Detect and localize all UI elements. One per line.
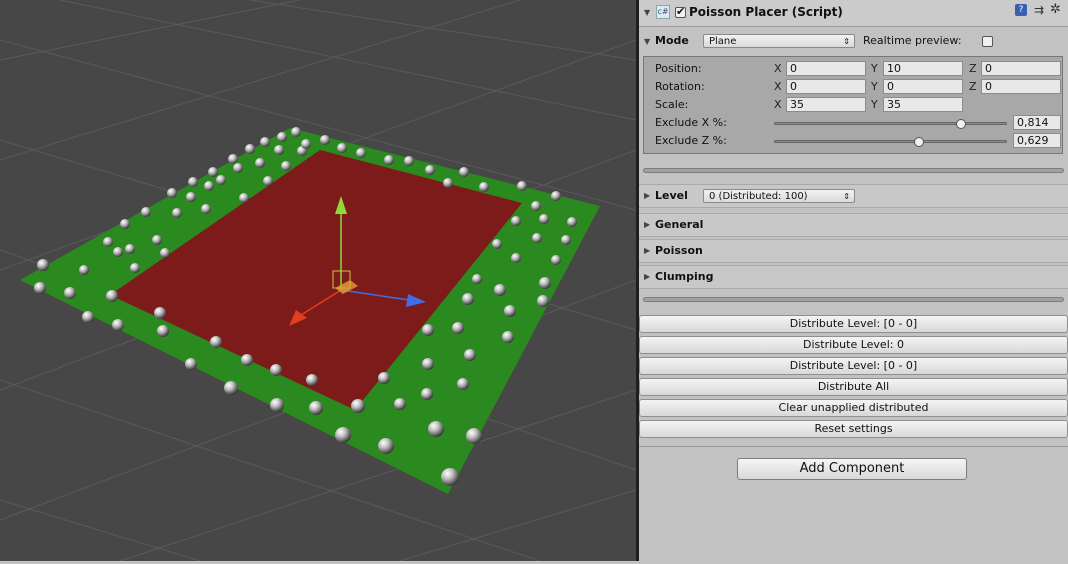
plane-settings-box: Position: X 0 Y 10 Z 0 Rotation: X 0 Y 0…: [643, 56, 1063, 154]
axis-y-label: Y: [871, 62, 878, 75]
scale-y-field[interactable]: 35: [883, 97, 963, 112]
section-poisson[interactable]: ▶ Poisson: [639, 239, 1068, 263]
axis-x-label: X: [774, 98, 782, 111]
triangle-down-icon[interactable]: ▼: [644, 37, 650, 46]
mode-label: Mode: [655, 34, 689, 47]
exclude-x-slider-thumb[interactable]: [955, 119, 966, 129]
mode-row: ▼ Mode Plane ⇕ Realtime preview:: [639, 31, 1068, 51]
clear-unapplied-button[interactable]: Clear unapplied distributed: [639, 399, 1068, 417]
scene-view[interactable]: [0, 0, 637, 562]
separator: [643, 168, 1064, 173]
dropdown-arrows-icon: ⇕: [843, 37, 850, 46]
level-section[interactable]: ▶ Level 0 (Distributed: 100) ⇕: [639, 184, 1068, 208]
exclude-z-field[interactable]: 0,629: [1013, 133, 1061, 148]
component-enabled-checkbox[interactable]: [675, 5, 686, 18]
axis-x-label: X: [774, 80, 782, 93]
component-header[interactable]: ▼ c# Poisson Placer (Script) ? ⇉ ✲: [639, 0, 1068, 27]
divider: [639, 446, 1068, 447]
position-z-field[interactable]: 0: [981, 61, 1061, 76]
help-icon[interactable]: ?: [1015, 4, 1027, 16]
position-y-field[interactable]: 10: [883, 61, 963, 76]
preset-icon[interactable]: ⇉: [1034, 3, 1044, 17]
axis-z-label: Z: [969, 62, 977, 75]
inspector-panel: ▼ c# Poisson Placer (Script) ? ⇉ ✲ ▼ Mod…: [639, 0, 1068, 561]
rotation-y-field[interactable]: 0: [883, 79, 963, 94]
section-general[interactable]: ▶ General: [639, 213, 1068, 237]
section-clumping-label: Clumping: [655, 270, 714, 283]
axis-x-label: X: [774, 62, 782, 75]
cs-script-icon: c#: [656, 5, 670, 19]
rotation-z-field[interactable]: 0: [981, 79, 1061, 94]
level-label: Level: [655, 189, 688, 202]
reset-settings-button[interactable]: Reset settings: [639, 420, 1068, 438]
triangle-right-icon[interactable]: ▶: [644, 272, 650, 281]
triangle-right-icon[interactable]: ▶: [644, 191, 650, 200]
exclude-x-label: Exclude X %:: [655, 116, 727, 129]
mode-dropdown[interactable]: Plane ⇕: [703, 34, 855, 48]
exclude-z-slider[interactable]: [774, 140, 1007, 143]
position-label: Position:: [655, 62, 702, 75]
scene-canvas[interactable]: [0, 0, 637, 562]
realtime-preview-label: Realtime preview:: [863, 34, 962, 47]
triangle-right-icon[interactable]: ▶: [644, 246, 650, 255]
scale-label: Scale:: [655, 98, 689, 111]
separator: [643, 297, 1064, 302]
rotation-label: Rotation:: [655, 80, 705, 93]
rotation-x-field[interactable]: 0: [786, 79, 866, 94]
level-value: 0 (Distributed: 100): [709, 191, 808, 202]
exclude-x-field[interactable]: 0,814: [1013, 115, 1061, 130]
realtime-preview-checkbox[interactable]: [982, 36, 993, 47]
position-x-field[interactable]: 0: [786, 61, 866, 76]
distribute-all-button[interactable]: Distribute All: [639, 378, 1068, 396]
component-title: Poisson Placer (Script): [689, 5, 843, 19]
mode-value: Plane: [709, 36, 737, 47]
triangle-right-icon[interactable]: ▶: [644, 220, 650, 229]
exclude-z-label: Exclude Z %:: [655, 134, 727, 147]
distribute-level-range-button-2[interactable]: Distribute Level: [0 - 0]: [639, 357, 1068, 375]
axis-y-label: Y: [871, 98, 878, 111]
gear-icon[interactable]: ✲: [1050, 2, 1061, 17]
distribute-level-button[interactable]: Distribute Level: 0: [639, 336, 1068, 354]
exclude-x-slider[interactable]: [774, 122, 1007, 125]
dropdown-arrows-icon: ⇕: [843, 192, 850, 201]
level-dropdown[interactable]: 0 (Distributed: 100) ⇕: [703, 189, 855, 203]
section-clumping[interactable]: ▶ Clumping: [639, 265, 1068, 289]
scale-x-field[interactable]: 35: [786, 97, 866, 112]
distribute-level-range-button[interactable]: Distribute Level: [0 - 0]: [639, 315, 1068, 333]
triangle-down-icon[interactable]: ▼: [644, 8, 650, 17]
section-general-label: General: [655, 218, 704, 231]
section-poisson-label: Poisson: [655, 244, 703, 257]
add-component-button[interactable]: Add Component: [737, 458, 967, 480]
axis-z-label: Z: [969, 80, 977, 93]
axis-y-label: Y: [871, 80, 878, 93]
exclude-z-slider-thumb[interactable]: [914, 137, 925, 147]
